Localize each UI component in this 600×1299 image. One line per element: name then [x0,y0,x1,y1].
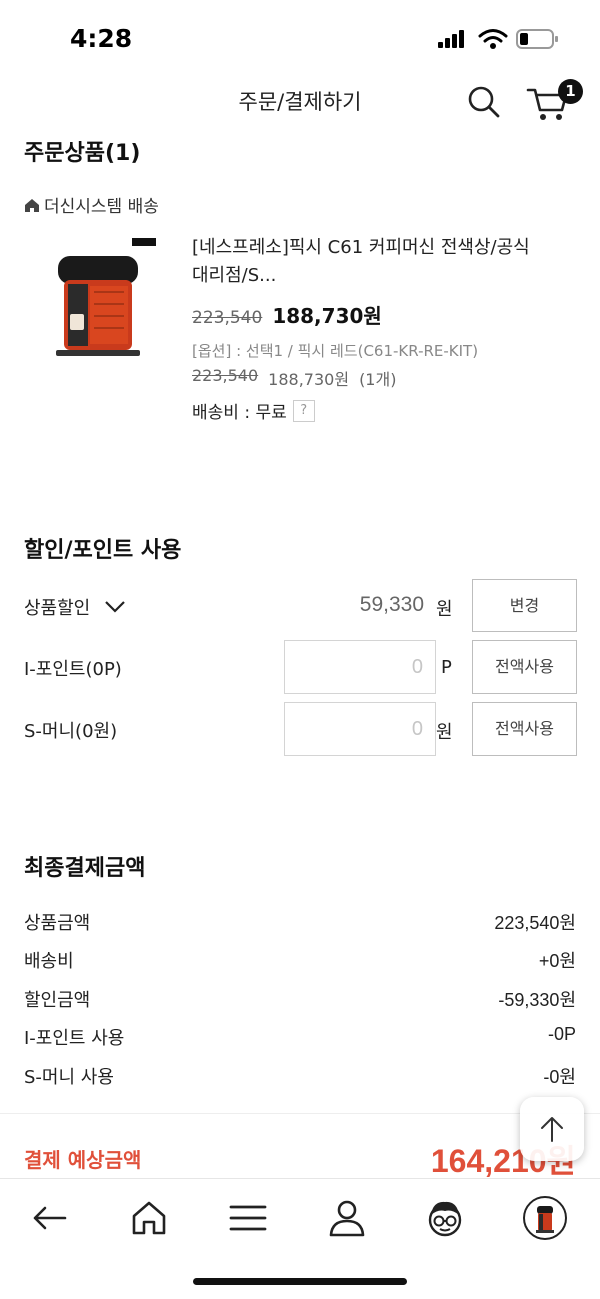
shipping-group: 더신시스템 배송 [24,192,159,217]
battery-icon [516,29,558,49]
option-sale-price: 188,730원 [268,370,350,389]
product-name[interactable]: [네스프레소]픽시 C61 커피머신 전색상/공식 대리점/S... [192,234,582,290]
summary-label-smoney: S-머니 사용 [24,1067,114,1088]
product-discount-unit: 원 [436,599,453,620]
smoney-use-all-button[interactable]: 전액사용 [472,702,577,756]
home-indicator [193,1278,407,1285]
discount-section-title: 할인/포인트 사용 [24,538,182,563]
product-discount-label: 상품할인 [24,598,91,619]
product-thumb-icon[interactable] [520,1193,570,1243]
product-discount-value: 59,330 [359,593,424,616]
search-icon[interactable] [466,84,502,120]
scroll-top-button[interactable] [520,1097,584,1161]
option-text: [옵션] : 선택1 / 픽시 레드(C61-KR-RE-KIT) [192,342,479,360]
smoney-input[interactable]: 0 [284,702,436,756]
option-price: 223,540 188,730원 (1개) [192,366,396,390]
home-small-icon [25,198,39,212]
ipoint-unit: P [441,657,452,678]
total-label: 결제 예상금액 [24,1148,142,1172]
home-icon[interactable] [124,1193,174,1243]
product-name-line1: [네스프레소]픽시 C61 커피머신 전색상/공식 [192,237,530,258]
divider [0,1113,600,1114]
summary-section-title: 최종결제금액 [24,856,146,881]
summary-label-discount: 할인금액 [24,990,91,1011]
summary-label-product: 상품금액 [24,913,91,934]
cart-count-badge: 1 [558,79,583,104]
help-icon[interactable]: ? [292,399,315,422]
page-title: 주문/결제하기 [238,90,362,114]
chevron-down-icon [105,601,126,613]
summary-value-discount: -59,330원 [498,990,576,1010]
product-image[interactable] [50,234,160,360]
product-discount-toggle[interactable]: 상품할인 [24,594,126,620]
summary-value-shipping: +0원 [538,951,576,971]
product-name-line2: 대리점/S... [192,265,277,286]
mascot-icon[interactable] [420,1193,470,1243]
shipping-fee-label: 배송비 : 무료 [192,403,287,423]
back-arrow-icon[interactable] [24,1193,74,1243]
ipoint-input[interactable]: 0 [284,640,436,694]
product-price: 223,540 188,730원 [192,300,382,329]
order-section-title: 주문상품(1) [24,141,141,166]
wifi-icon [478,29,508,49]
user-icon[interactable] [322,1193,372,1243]
shipping-fee-row: 배송비 : 무료 ? [192,398,315,423]
summary-value-smoney: -0원 [543,1067,576,1087]
summary-value-product: 223,540원 [494,913,576,933]
summary-label-shipping: 배송비 [24,951,74,972]
smoney-unit: 원 [436,722,453,743]
arrow-up-icon [541,1117,563,1142]
status-time: 4:28 [70,24,133,53]
smoney-label: S-머니(0원) [24,721,118,742]
summary-value-ipoint: -0P [547,1024,576,1044]
change-discount-button[interactable]: 변경 [472,579,577,632]
sale-price: 188,730원 [272,304,382,328]
menu-icon[interactable] [223,1193,273,1243]
option-original-price: 223,540 [192,366,259,385]
option-quantity: (1개) [359,370,397,389]
summary-label-ipoint: I-포인트 사용 [24,1028,125,1049]
cellular-signal-icon [438,30,468,48]
ipoint-use-all-button[interactable]: 전액사용 [472,640,577,694]
shipping-group-label: 더신시스템 배송 [44,197,159,217]
original-price: 223,540 [192,308,263,328]
ipoint-label: I-포인트(0P) [24,659,122,680]
